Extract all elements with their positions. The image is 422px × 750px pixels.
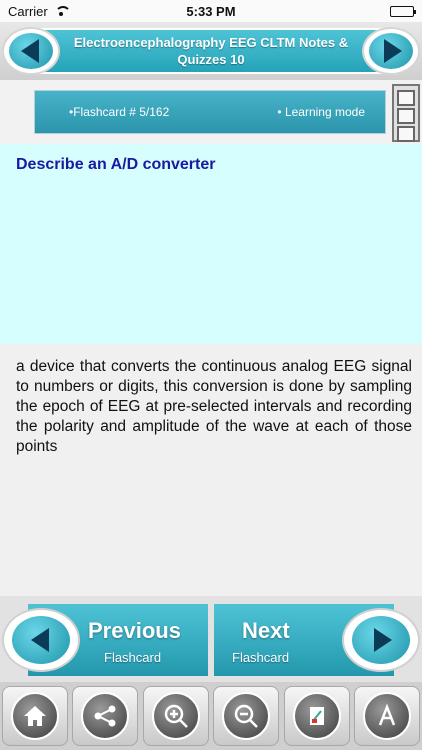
header-forward-button[interactable] xyxy=(362,27,420,75)
info-zone: •Flashcard # 5/162 • Learning mode xyxy=(0,80,422,144)
header-back-button[interactable] xyxy=(2,27,60,75)
home-icon xyxy=(11,692,59,740)
zoom-in-icon xyxy=(151,692,200,740)
next-label: Next xyxy=(242,618,290,643)
previous-flashcard-button[interactable]: Previous Flashcard xyxy=(2,604,208,676)
text-size-icon xyxy=(362,692,411,740)
info-band: •Flashcard # 5/162 • Learning mode xyxy=(34,90,386,134)
previous-sublabel: Flashcard xyxy=(104,650,162,665)
next-flashcard-button[interactable]: Next Flashcard xyxy=(214,604,420,676)
edit-icon xyxy=(292,692,341,740)
zoom-in-button[interactable] xyxy=(142,686,209,746)
status-bar: Carrier 5:33 PM xyxy=(0,0,422,22)
home-button[interactable] xyxy=(2,686,68,746)
wifi-icon xyxy=(54,6,71,16)
arrow-right-icon xyxy=(373,628,392,652)
question-panel: Describe an A/D converter xyxy=(0,144,422,344)
status-time: 5:33 PM xyxy=(186,3,236,19)
header-banner: Electroencephalography EEG CLTM Notes & … xyxy=(0,22,422,80)
edit-button[interactable] xyxy=(283,686,350,746)
arrow-left-icon xyxy=(30,628,49,652)
question-text: Describe an A/D converter xyxy=(16,156,216,173)
text-size-button[interactable] xyxy=(353,686,420,746)
share-icon xyxy=(81,692,130,740)
next-circle xyxy=(342,608,420,672)
next-sublabel: Flashcard xyxy=(232,650,290,665)
page-title: Electroencephalography EEG CLTM Notes & … xyxy=(73,35,349,67)
flashcard-counter: •Flashcard # 5/162 xyxy=(69,105,170,119)
previous-label: Previous xyxy=(88,618,181,643)
status-left: Carrier xyxy=(8,3,71,19)
zoom-out-button[interactable] xyxy=(213,686,280,746)
film-strip-icon xyxy=(392,84,420,142)
previous-circle xyxy=(2,608,80,672)
arrow-left-icon xyxy=(20,39,39,63)
mode-label: • Learning mode xyxy=(277,105,365,119)
zoom-out-icon xyxy=(222,692,271,740)
share-button[interactable] xyxy=(72,686,139,746)
answer-text: a device that converts the continuous an… xyxy=(16,358,412,455)
battery-icon xyxy=(390,5,416,17)
carrier-label: Carrier xyxy=(8,3,48,19)
flashcard-nav: Previous Flashcard Next Flashcard xyxy=(0,596,422,682)
bottom-toolbar xyxy=(0,682,422,750)
arrow-right-icon xyxy=(383,39,402,63)
